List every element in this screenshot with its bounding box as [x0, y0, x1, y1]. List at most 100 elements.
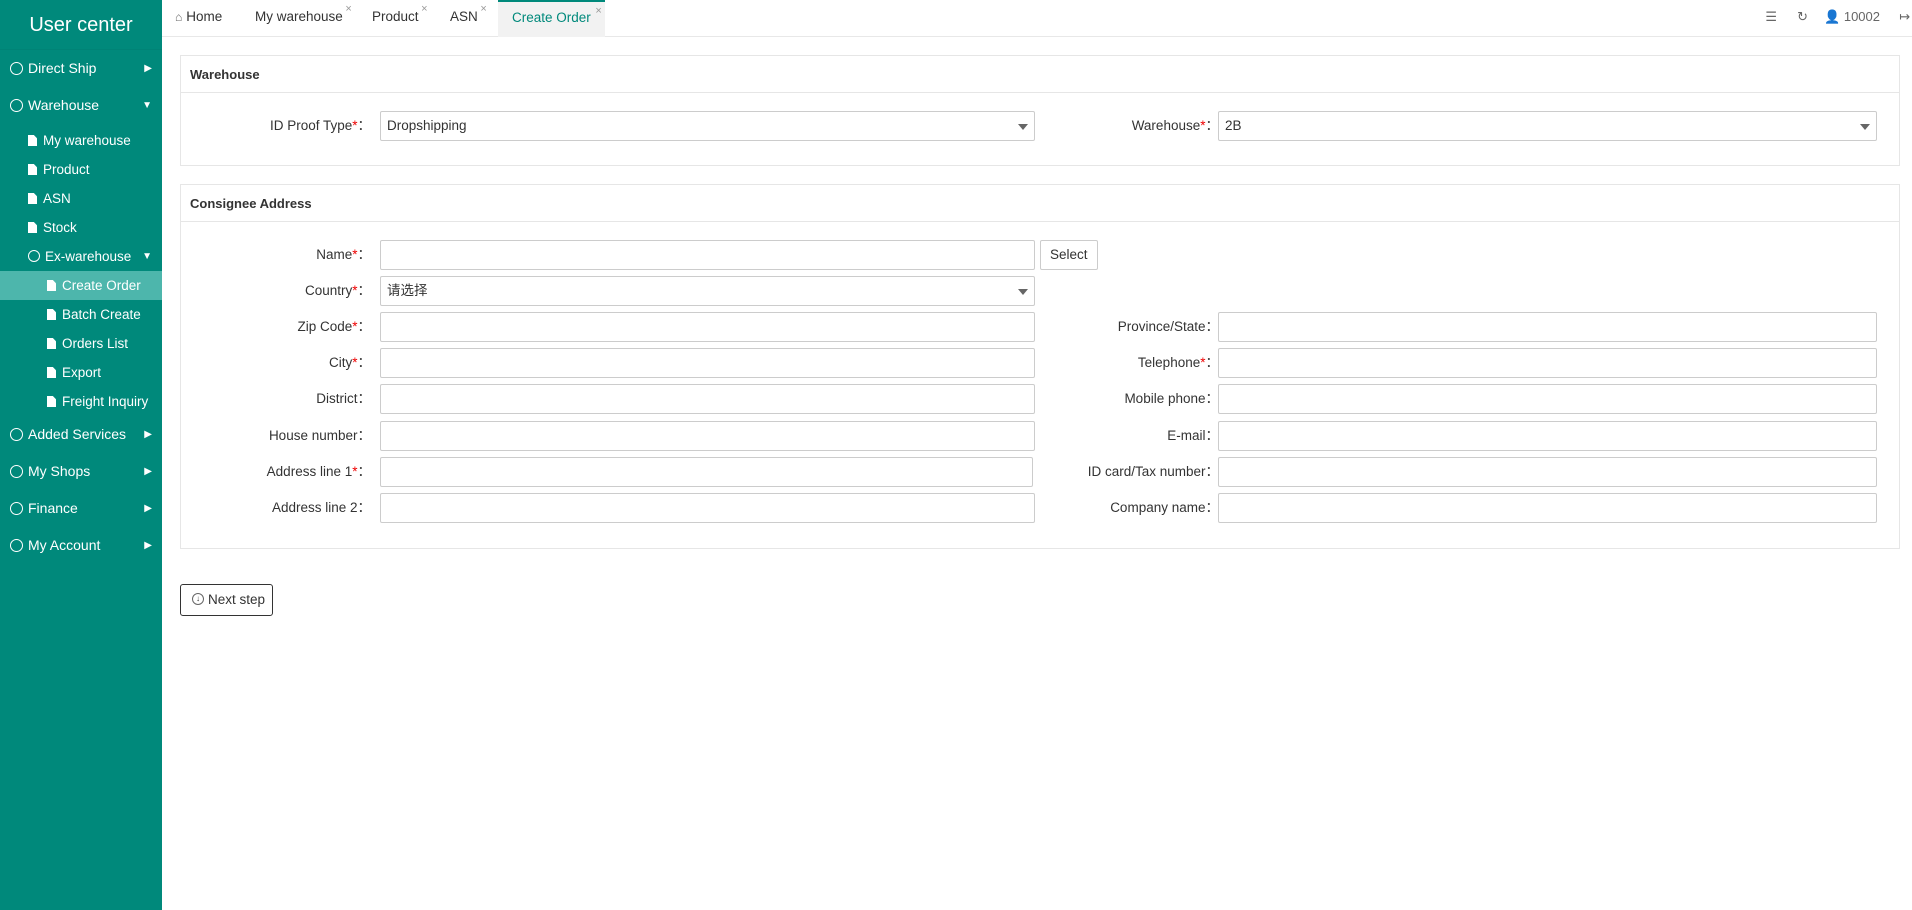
- sidebar-item-stock[interactable]: Stock: [0, 213, 162, 242]
- mobile-phone-label: Mobile phone：: [1124, 391, 1219, 406]
- sidebar-item-label: Finance: [28, 500, 78, 516]
- sidebar-item-label: Direct Ship: [28, 60, 97, 76]
- sidebar: User center Direct Ship ▶ Warehouse ▼ My…: [0, 0, 162, 910]
- sidebar-item-asn[interactable]: ASN: [0, 184, 162, 213]
- mobile-phone-input[interactable]: [1218, 384, 1877, 414]
- refresh-icon[interactable]: ↻: [1797, 0, 1808, 34]
- sidebar-item-ex-warehouse[interactable]: Ex-warehouse ▼: [0, 242, 162, 271]
- arrow-down-circle-icon: ↓: [192, 593, 204, 606]
- province-state-input[interactable]: [1218, 312, 1877, 342]
- sidebar-item-added-services[interactable]: Added Services ▶: [0, 416, 162, 453]
- chevron-down-icon: ▼: [142, 100, 152, 111]
- tab-home[interactable]: ⌂ Home: [175, 0, 222, 37]
- document-icon: [47, 395, 56, 407]
- sidebar-item-label: ASN: [43, 191, 71, 206]
- tab-my-warehouse[interactable]: My warehouse ×: [255, 0, 352, 37]
- tab-label: My warehouse: [255, 9, 343, 24]
- address-line-1-input[interactable]: [380, 457, 1033, 487]
- telephone-label: Telephone*：: [1137, 355, 1219, 370]
- sidebar-item-my-shops[interactable]: My Shops ▶: [0, 453, 162, 490]
- next-step-button[interactable]: ↓ Next step: [180, 584, 273, 616]
- select-value: 请选择: [387, 283, 428, 298]
- id-proof-type-select[interactable]: Dropshipping: [380, 111, 1035, 141]
- sidebar-item-warehouse[interactable]: Warehouse ▼: [0, 87, 162, 124]
- panel-title: Warehouse: [181, 56, 1899, 93]
- sidebar-item-product[interactable]: Product: [0, 155, 162, 184]
- circle-icon: [10, 464, 23, 478]
- chevron-right-icon: ▶: [144, 466, 152, 477]
- sidebar-item-freight-inquiry[interactable]: Freight Inquiry: [0, 387, 162, 416]
- sidebar-item-label: Warehouse: [28, 97, 100, 113]
- circle-icon: [28, 250, 40, 263]
- caret-down-icon: [1860, 124, 1870, 130]
- document-icon: [47, 337, 56, 349]
- district-input[interactable]: [380, 384, 1035, 414]
- address-line-2-input[interactable]: [380, 493, 1035, 523]
- home-icon: ⌂: [175, 10, 183, 24]
- user-menu[interactable]: 👤 10002: [1824, 0, 1880, 34]
- close-icon[interactable]: ×: [480, 0, 486, 26]
- tab-product[interactable]: Product ×: [372, 0, 428, 37]
- address-line-1-label: Address line 1*：: [266, 464, 371, 479]
- telephone-input[interactable]: [1218, 348, 1877, 378]
- id-card-tax-number-input[interactable]: [1218, 457, 1877, 487]
- chevron-down-icon: ▼: [142, 251, 152, 262]
- sidebar-item-label: Batch Create: [62, 307, 141, 322]
- tab-label: Home: [186, 9, 223, 24]
- select-consignee-button[interactable]: Select: [1040, 240, 1098, 270]
- warehouse-select[interactable]: 2B: [1218, 111, 1877, 141]
- consignee-address-panel: Consignee Address Name*： Select Country*…: [180, 184, 1900, 549]
- close-icon[interactable]: ×: [421, 0, 427, 26]
- document-icon: [28, 192, 37, 204]
- sidebar-item-my-warehouse[interactable]: My warehouse: [0, 126, 162, 155]
- company-name-label: Company name：: [1110, 500, 1219, 515]
- panel-title: Consignee Address: [181, 185, 1899, 222]
- close-icon[interactable]: ×: [595, 0, 601, 27]
- circle-icon: [10, 538, 23, 552]
- circle-icon: [10, 501, 23, 515]
- house-number-input[interactable]: [380, 421, 1035, 451]
- email-label: E-mail：: [1167, 428, 1219, 443]
- circle-icon: [10, 61, 23, 75]
- document-icon: [47, 279, 56, 291]
- city-input[interactable]: [380, 348, 1035, 378]
- name-input[interactable]: [380, 240, 1035, 270]
- select-value: Dropshipping: [387, 118, 467, 133]
- country-select[interactable]: 请选择: [380, 276, 1035, 306]
- warehouse-label: Warehouse*：: [1131, 118, 1219, 133]
- sidebar-menu: Direct Ship ▶ Warehouse ▼ My warehouse P…: [0, 50, 162, 564]
- sidebar-item-direct-ship[interactable]: Direct Ship ▶: [0, 50, 162, 87]
- circle-icon: [10, 427, 23, 441]
- tab-asn[interactable]: ASN ×: [450, 0, 487, 37]
- tab-create-order[interactable]: Create Order ×: [498, 0, 605, 37]
- next-step-label: Next step: [208, 592, 266, 607]
- sidebar-item-label: Added Services: [28, 426, 127, 442]
- zip-code-input[interactable]: [380, 312, 1035, 342]
- sidebar-item-label: My warehouse: [43, 133, 131, 148]
- sidebar-item-label: Ex-warehouse: [45, 249, 132, 264]
- sidebar-item-export[interactable]: Export: [0, 358, 162, 387]
- id-proof-type-label: ID Proof Type*：: [269, 118, 371, 133]
- document-icon: [28, 221, 37, 233]
- sidebar-item-label: My Shops: [28, 463, 91, 479]
- sidebar-item-my-account[interactable]: My Account ▶: [0, 527, 162, 564]
- sidebar-item-orders-list[interactable]: Orders List: [0, 329, 162, 358]
- chevron-right-icon: ▶: [144, 63, 152, 74]
- company-name-input[interactable]: [1218, 493, 1877, 523]
- sidebar-item-batch-create[interactable]: Batch Create: [0, 300, 162, 329]
- sidebar-item-create-order[interactable]: Create Order: [0, 271, 162, 300]
- tab-label: Create Order: [512, 10, 591, 25]
- caret-down-icon: [1018, 124, 1028, 130]
- sidebar-item-label: Orders List: [62, 336, 129, 351]
- close-icon[interactable]: ×: [345, 0, 351, 26]
- list-icon[interactable]: ☰: [1765, 0, 1777, 34]
- circle-icon: [10, 98, 23, 112]
- sidebar-item-finance[interactable]: Finance ▶: [0, 490, 162, 527]
- logout-icon[interactable]: ↦: [1899, 0, 1910, 34]
- city-label: City*：: [328, 355, 371, 370]
- select-value: 2B: [1225, 118, 1242, 133]
- sidebar-title: User center: [0, 0, 162, 50]
- email-input[interactable]: [1218, 421, 1877, 451]
- chevron-right-icon: ▶: [144, 429, 152, 440]
- tab-label: Product: [372, 9, 419, 24]
